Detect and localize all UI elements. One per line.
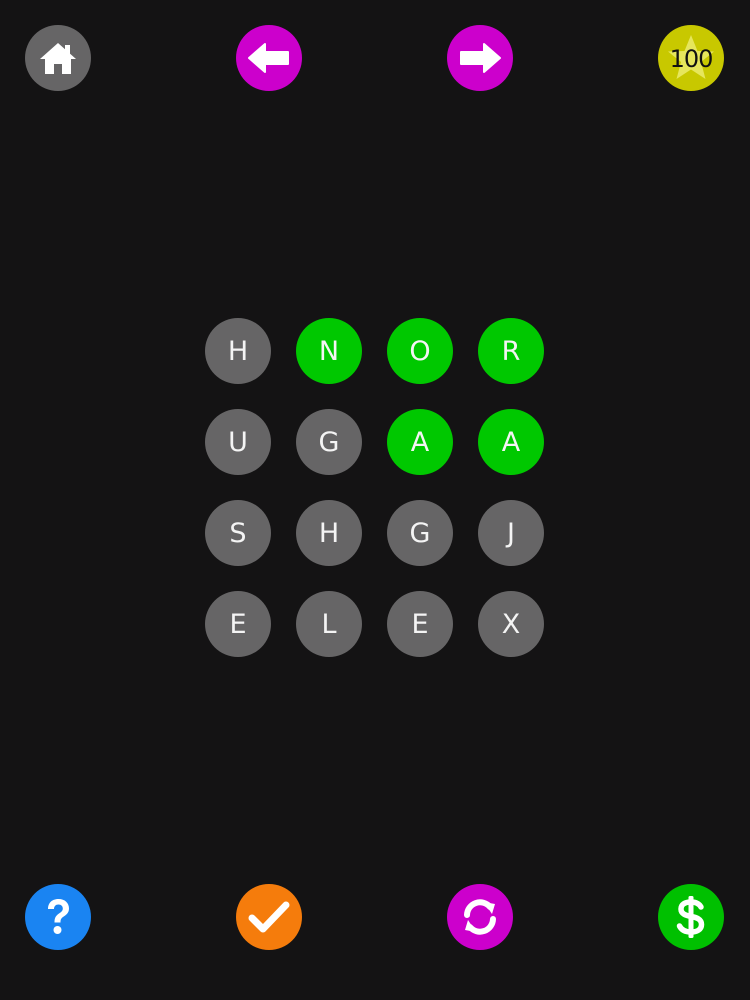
next-button[interactable]	[447, 25, 513, 91]
letter-tile[interactable]: R	[478, 318, 544, 384]
home-button[interactable]	[25, 25, 91, 91]
home-icon	[40, 43, 76, 74]
score-badge[interactable]: 100	[658, 25, 724, 91]
letter-tile[interactable]: S	[205, 500, 271, 566]
letter-tile[interactable]: E	[205, 591, 271, 657]
arrow-left-icon	[248, 43, 289, 73]
help-button[interactable]	[25, 884, 91, 950]
letter-grid: HNORUGAASHGJELEX	[205, 318, 545, 658]
letter-tile[interactable]: J	[478, 500, 544, 566]
letter-tile[interactable]: G	[387, 500, 453, 566]
letter-tile[interactable]: U	[205, 409, 271, 475]
letter-tile[interactable]: E	[387, 591, 453, 657]
letter-tile[interactable]: L	[296, 591, 362, 657]
question-mark-icon	[48, 899, 69, 934]
submit-button[interactable]	[236, 884, 302, 950]
letter-tile[interactable]: O	[387, 318, 453, 384]
previous-button[interactable]	[236, 25, 302, 91]
letter-tile[interactable]: H	[205, 318, 271, 384]
letter-tile[interactable]: G	[296, 409, 362, 475]
letter-tile[interactable]: X	[478, 591, 544, 657]
checkmark-icon	[248, 901, 290, 933]
shuffle-button[interactable]	[447, 884, 513, 950]
dollar-icon	[676, 896, 705, 938]
score-value: 100	[669, 45, 714, 73]
store-button[interactable]	[658, 884, 724, 950]
letter-tile[interactable]: N	[296, 318, 362, 384]
letter-tile[interactable]: A	[387, 409, 453, 475]
refresh-icon	[464, 899, 496, 935]
arrow-right-icon	[460, 43, 501, 73]
letter-tile[interactable]: H	[296, 500, 362, 566]
game-screen: 100 HNORUGAASHGJELEX	[0, 0, 750, 1000]
letter-tile[interactable]: A	[478, 409, 544, 475]
